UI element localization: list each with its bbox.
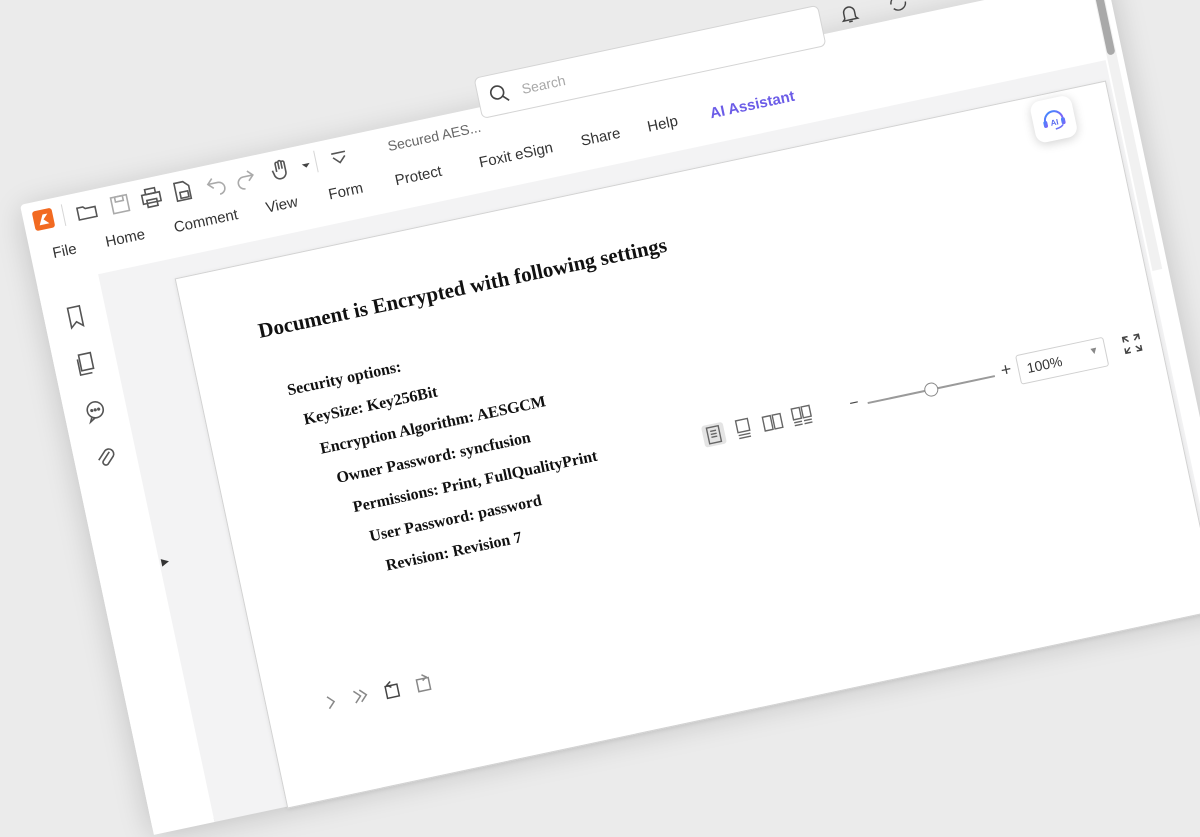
next-page-icon[interactable] [318, 689, 344, 715]
chevron-down-icon[interactable]: ▼ [1088, 345, 1100, 358]
ai-headset-icon: AI [1043, 110, 1066, 130]
pages-icon[interactable] [70, 348, 101, 379]
next-view-icon[interactable] [410, 670, 436, 696]
tab-file[interactable]: File [51, 240, 78, 262]
save-as-icon[interactable] [168, 177, 196, 205]
attachment-icon[interactable] [90, 442, 121, 473]
previous-view-icon[interactable] [379, 676, 405, 702]
bookmark-icon[interactable] [60, 301, 91, 332]
last-page-icon[interactable] [347, 683, 373, 709]
customize-toolbar-icon[interactable] [325, 143, 353, 171]
comments-icon[interactable] [80, 395, 111, 426]
zoom-level-value: 100% [1025, 352, 1064, 377]
single-page-view-icon[interactable] [700, 421, 727, 448]
tab-share[interactable]: Share [579, 125, 622, 150]
zoom-in-button[interactable]: + [999, 359, 1014, 382]
toolbar-divider [60, 204, 67, 227]
open-folder-icon[interactable] [73, 197, 101, 225]
tab-help[interactable]: Help [646, 113, 680, 136]
hand-tool-icon[interactable] [266, 156, 294, 184]
continuous-facing-view-icon[interactable] [789, 403, 815, 429]
collapse-panel-arrow-icon[interactable]: ▶ [160, 555, 172, 569]
tab-protect[interactable]: Protect [393, 163, 443, 190]
tab-comment[interactable]: Comment [172, 206, 239, 236]
search-icon [486, 81, 512, 107]
tab-view[interactable]: View [264, 193, 299, 216]
notification-bell-icon[interactable] [836, 0, 862, 26]
ai-assistant-button[interactable]: AI [1028, 94, 1079, 145]
ai-fab-label: AI [1050, 117, 1060, 127]
app-window: Secured AES... File Home Comment View Fo… [20, 0, 1200, 835]
continuous-view-icon[interactable] [730, 415, 756, 441]
zoom-out-button[interactable]: − [848, 394, 861, 414]
document-file-title: Secured AES... [386, 118, 483, 155]
fullscreen-icon[interactable] [1119, 331, 1145, 357]
tab-form[interactable]: Form [327, 180, 365, 204]
print-icon[interactable] [137, 183, 165, 211]
facing-view-icon[interactable] [760, 409, 786, 435]
foxit-logo-icon[interactable] [31, 207, 56, 232]
save-icon[interactable] [106, 190, 134, 218]
zoom-slider-thumb[interactable] [922, 381, 940, 398]
tab-home[interactable]: Home [104, 226, 147, 251]
redo-icon[interactable] [231, 163, 259, 191]
undo-icon[interactable] [202, 170, 230, 198]
sync-icon[interactable] [885, 0, 911, 16]
document-heading: Document is Encrypted with following set… [255, 232, 669, 343]
